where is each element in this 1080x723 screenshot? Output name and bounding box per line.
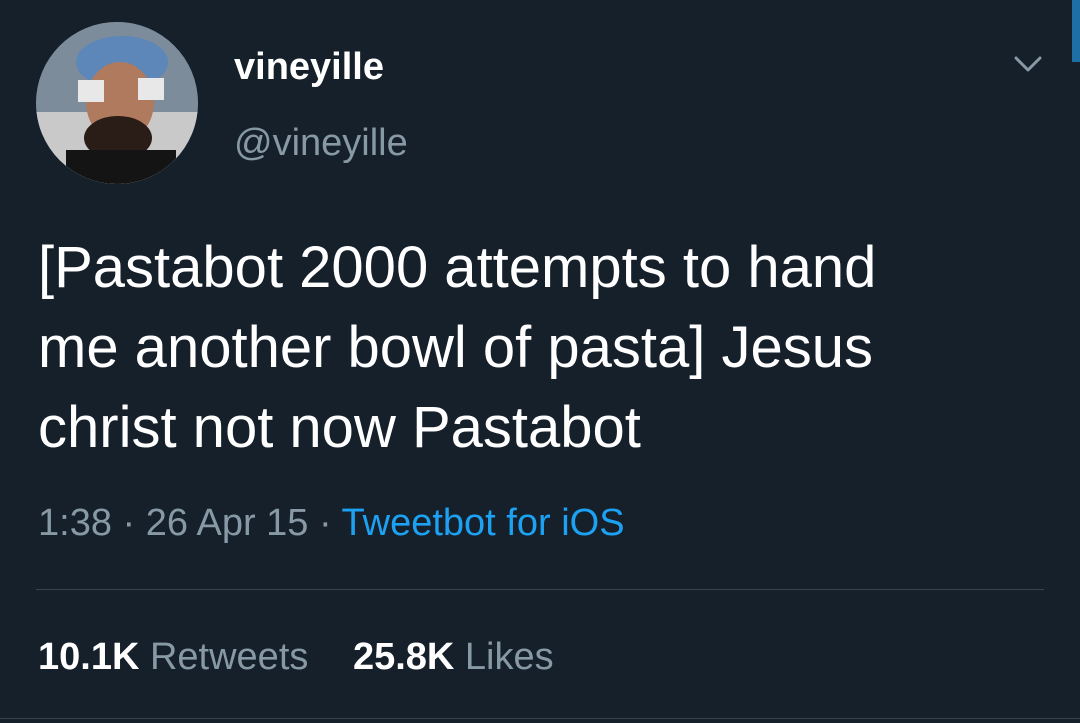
divider [0, 718, 1080, 719]
display-name[interactable]: vineyille [234, 44, 384, 90]
avatar[interactable] [36, 22, 198, 184]
chevron-down-icon[interactable] [1008, 48, 1048, 80]
retweets-count: 10.1K [38, 636, 140, 678]
likes-count: 25.8K [352, 636, 455, 678]
tweet-detail: vineyille @vineyille [Pastabot 2000 atte… [0, 0, 1080, 723]
meta-separator: · [319, 502, 332, 544]
tweet-date: 26 Apr 15 [145, 502, 309, 544]
likes-label: Likes [464, 636, 554, 678]
tweet-text: [Pastabot 2000 attempts to hand me anoth… [38, 235, 877, 460]
meta-separator: · [122, 502, 136, 544]
tweet-stats: 10.1K Retweets 25.8K Likes [38, 634, 588, 680]
tweet-source-link[interactable]: Tweetbot for iOS [342, 502, 625, 544]
avatar-image [36, 22, 198, 184]
retweets-label: Retweets [149, 636, 309, 678]
user-handle[interactable]: @vineyille [234, 120, 408, 166]
likes-stat[interactable]: 25.8K Likes [353, 634, 554, 680]
tweet-meta: 1:38 · 26 Apr 15 · Tweetbot for iOS [38, 500, 625, 546]
divider [36, 589, 1044, 590]
scrollbar[interactable] [1072, 0, 1080, 62]
retweets-stat[interactable]: 10.1K Retweets [38, 634, 308, 680]
tweet-time: 1:38 [38, 502, 112, 544]
